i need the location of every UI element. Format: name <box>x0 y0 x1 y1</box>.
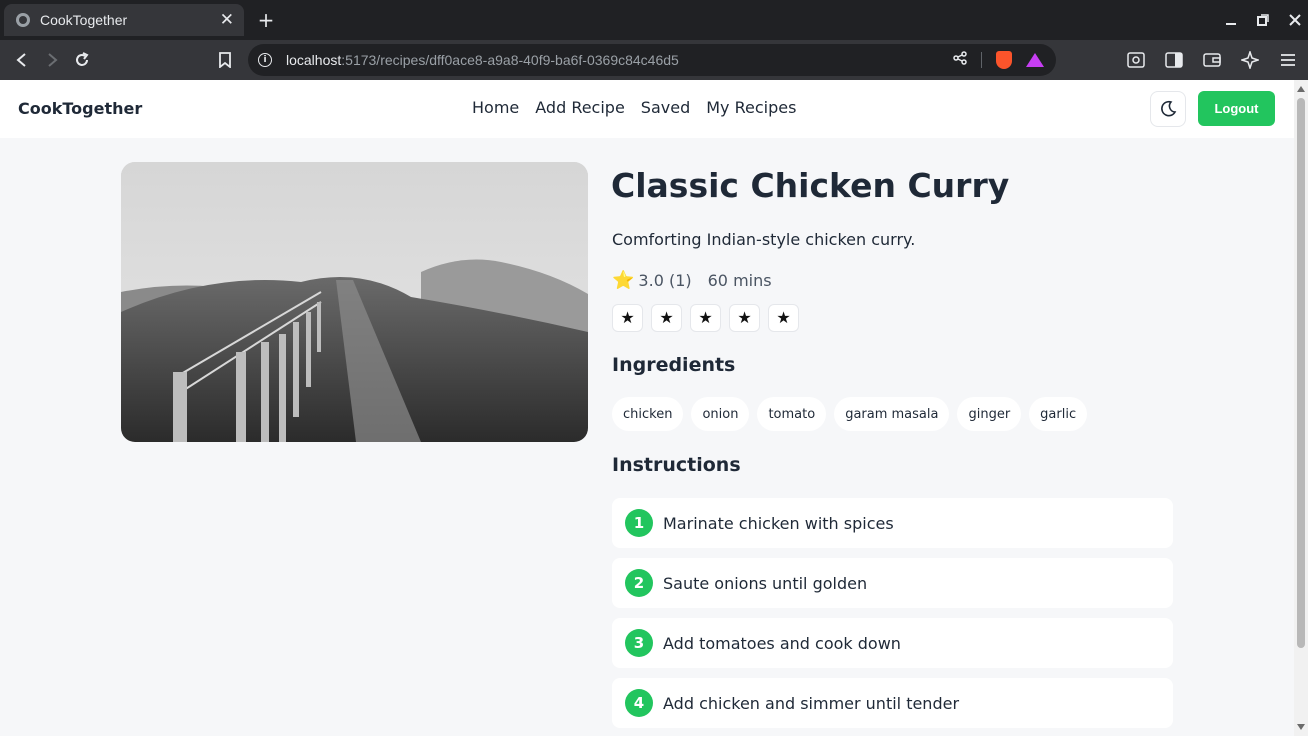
rate-star-2[interactable]: ★ <box>651 304 682 332</box>
step-text: Marinate chicken with spices <box>663 513 894 533</box>
step-number: 4 <box>625 689 653 717</box>
rate-star-4[interactable]: ★ <box>729 304 760 332</box>
brave-rewards-icon[interactable] <box>1026 52 1044 67</box>
rate-star-1[interactable]: ★ <box>612 304 643 332</box>
step-number: 1 <box>625 509 653 537</box>
step-text: Saute onions until golden <box>663 573 868 593</box>
instruction-step: 4 Add chicken and simmer until tender <box>612 678 1173 728</box>
step-text: Add tomatoes and cook down <box>663 633 901 653</box>
rating-summary: ⭐ 3.0 (1) <box>612 270 692 291</box>
share-icon[interactable] <box>953 50 967 69</box>
moon-icon <box>1161 100 1177 117</box>
step-text: Add chicken and simmer until tender <box>663 693 960 713</box>
ingredient-chip: ginger <box>957 397 1022 431</box>
url-text: localhost:5173/recipes/dff0ace8-a9a8-40f… <box>286 52 679 68</box>
divider <box>981 51 982 68</box>
step-number: 2 <box>625 569 653 597</box>
ingredients-heading: Ingredients <box>612 354 736 376</box>
wallet-icon[interactable] <box>1200 48 1224 72</box>
bookmark-icon[interactable] <box>213 48 237 72</box>
star-icon: ⭐ <box>612 270 635 291</box>
minimize-button[interactable] <box>1224 8 1238 32</box>
theme-toggle-button[interactable] <box>1150 91 1186 127</box>
reload-icon[interactable] <box>70 48 94 72</box>
recipe-meta: ⭐ 3.0 (1) 60 mins <box>612 270 772 291</box>
brand-logo[interactable]: CookTogether <box>18 99 142 118</box>
nav-add-recipe[interactable]: Add Recipe <box>535 98 625 117</box>
tab-title: CookTogether <box>40 12 128 28</box>
site-info-icon[interactable]: i <box>258 53 272 67</box>
main-nav: Home Add Recipe Saved My Recipes <box>472 98 796 117</box>
recipe-image <box>121 162 588 442</box>
logout-button[interactable]: Logout <box>1198 91 1275 126</box>
page-scrollbar[interactable] <box>1294 80 1308 736</box>
instructions-list: 1 Marinate chicken with spices 2 Saute o… <box>612 498 1173 736</box>
ingredient-chip: garlic <box>1029 397 1088 431</box>
page-viewport: CookTogether Home Add Recipe Saved My Re… <box>0 80 1294 736</box>
app-header: CookTogether Home Add Recipe Saved My Re… <box>0 80 1294 138</box>
menu-icon[interactable] <box>1276 48 1300 72</box>
rating-value: 3.0 (1) <box>638 271 692 290</box>
scroll-down-arrow[interactable] <box>1297 724 1305 730</box>
ingredients-list: chicken onion tomato garam masala ginger… <box>612 397 1088 431</box>
instructions-heading: Instructions <box>612 454 741 476</box>
close-tab-icon[interactable]: ✕ <box>220 11 234 29</box>
ingredient-chip: onion <box>691 397 750 431</box>
instruction-step: 2 Saute onions until golden <box>612 558 1173 608</box>
instruction-step: 3 Add tomatoes and cook down <box>612 618 1173 668</box>
nav-home[interactable]: Home <box>472 98 519 117</box>
rate-star-3[interactable]: ★ <box>690 304 721 332</box>
ingredient-chip: garam masala <box>834 397 950 431</box>
back-icon[interactable] <box>10 48 34 72</box>
recipe-title: Classic Chicken Curry <box>611 166 1010 205</box>
rate-star-5[interactable]: ★ <box>768 304 799 332</box>
instruction-step: 1 Marinate chicken with spices <box>612 498 1173 548</box>
address-bar[interactable]: i localhost:5173/recipes/dff0ace8-a9a8-4… <box>248 44 1056 76</box>
recipe-description: Comforting Indian-style chicken curry. <box>612 230 916 249</box>
cook-time: 60 mins <box>707 271 772 290</box>
nav-my-recipes[interactable]: My Recipes <box>706 98 796 117</box>
nav-saved[interactable]: Saved <box>641 98 690 117</box>
browser-tab[interactable]: CookTogether ✕ <box>4 4 244 36</box>
ingredient-chip: chicken <box>612 397 684 431</box>
browser-tab-bar: CookTogether ✕ + <box>0 0 1308 40</box>
restore-button[interactable] <box>1256 8 1270 32</box>
step-number: 3 <box>625 629 653 657</box>
scroll-up-arrow[interactable] <box>1297 86 1305 92</box>
scroll-thumb[interactable] <box>1297 98 1305 648</box>
sidebar-icon[interactable] <box>1162 48 1186 72</box>
brave-shields-icon[interactable] <box>996 50 1012 69</box>
browser-toolbar: i localhost:5173/recipes/dff0ace8-a9a8-4… <box>0 40 1308 80</box>
rate-stars: ★ ★ ★ ★ ★ <box>612 304 799 332</box>
forward-icon[interactable] <box>40 48 64 72</box>
new-tab-button[interactable]: + <box>256 8 276 32</box>
globe-icon <box>16 13 30 27</box>
reader-mode-icon[interactable] <box>1124 48 1148 72</box>
leo-ai-icon[interactable] <box>1238 48 1262 72</box>
close-window-button[interactable] <box>1288 8 1302 32</box>
ingredient-chip: tomato <box>757 397 827 431</box>
